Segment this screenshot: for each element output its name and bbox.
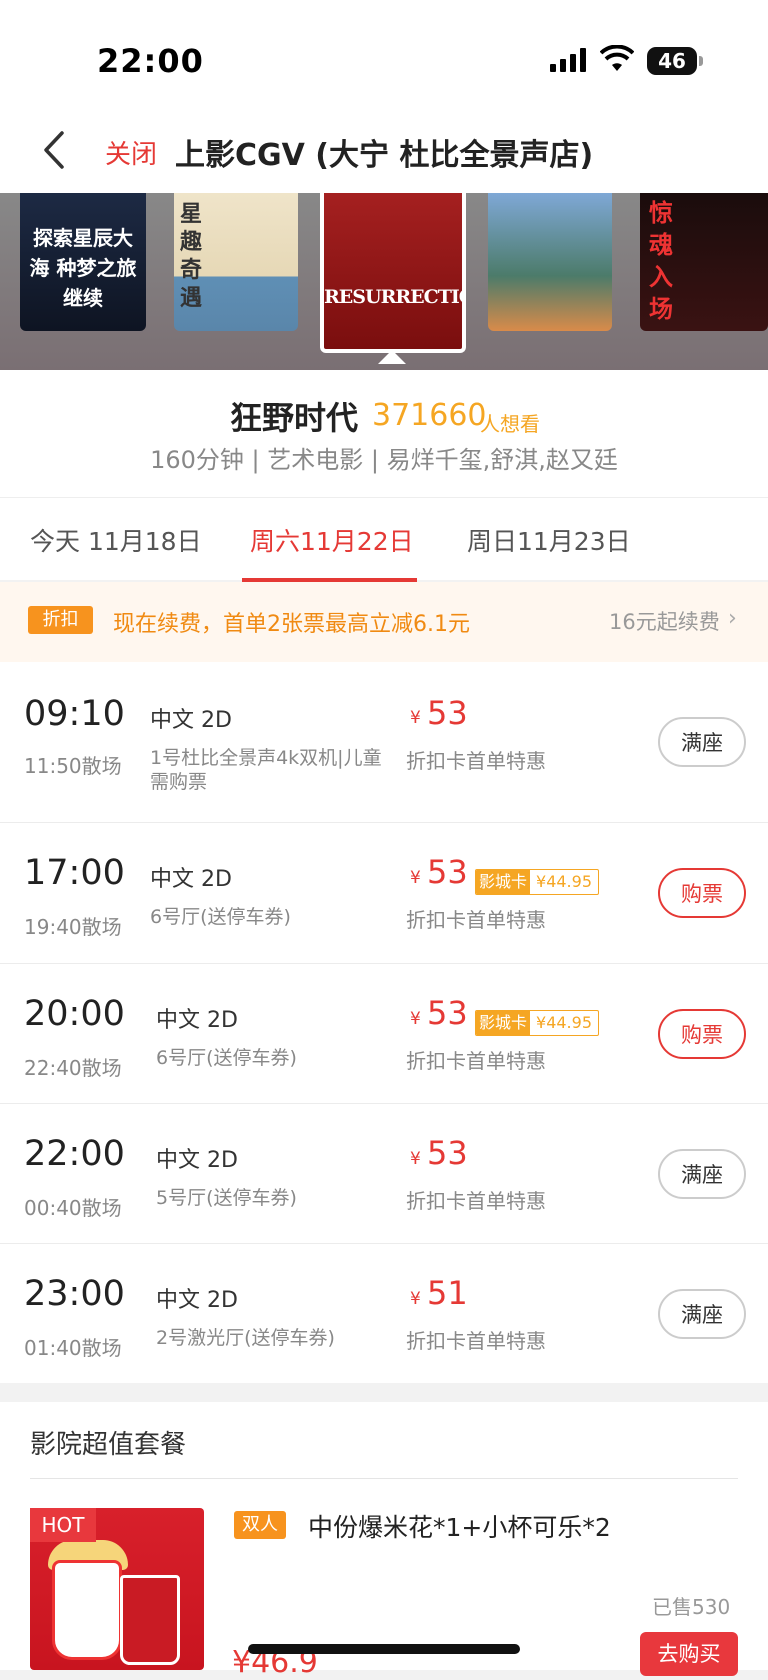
start-time: 17:00: [24, 853, 125, 893]
language-format: 中文 2D: [150, 867, 232, 892]
discount-note: 折扣卡首单特惠: [406, 1189, 546, 1213]
divider: [30, 1478, 738, 1479]
section-title: 影院超值套餐: [30, 1430, 187, 1460]
poster-item[interactable]: 探索星辰大海 种梦之旅继续: [20, 193, 146, 331]
end-time: 19:40散场: [24, 915, 122, 939]
end-time: 22:40散场: [24, 1056, 122, 1080]
cinema-card-label: 影城卡: [476, 1011, 531, 1035]
package-name[interactable]: 中份爆米花*1+小杯可乐*2: [308, 1508, 611, 1544]
poster-caption: 探索星辰大海 种梦之旅继续: [29, 226, 137, 310]
movie-meta: 160分钟 | 艺术电影 | 易烊千玺,舒淇,赵又廷: [150, 446, 618, 474]
package-tag: 双人: [234, 1511, 286, 1539]
yen-symbol: ¥: [410, 1289, 421, 1309]
poster-item[interactable]: 惊魂入场: [640, 193, 768, 331]
sold-count: 已售530: [652, 1595, 731, 1619]
discount-note: 折扣卡首单特惠: [406, 1049, 546, 1073]
battery-icon: 46: [647, 47, 697, 75]
poster-caption: RESURRECTION: [324, 286, 462, 308]
start-time: 22:00: [24, 1134, 125, 1174]
start-time: 23:00: [24, 1274, 125, 1314]
showtime-row[interactable]: 20:00 22:40散场 中文 2D 6号厅(送停车券) ¥ 53 影城卡 ¥…: [0, 964, 768, 1103]
buy-package-button[interactable]: 去购买: [640, 1632, 738, 1676]
promo-badge: 折扣: [28, 606, 93, 634]
language-format: 中文 2D: [156, 1148, 238, 1173]
promo-text: 现在续费，首单2张票最高立减6.1元: [113, 612, 470, 637]
cinema-card-value: ¥44.95: [536, 1013, 592, 1032]
cinema-card-value: ¥44.95: [536, 872, 592, 891]
showtime-row[interactable]: 22:00 00:40散场 中文 2D 5号厅(送停车券) ¥ 53 折扣卡首单…: [0, 1104, 768, 1243]
price: 53: [427, 1134, 468, 1172]
yen-symbol: ¥: [410, 868, 421, 888]
cinema-card-price: 影城卡 ¥44.95: [475, 1010, 599, 1036]
buy-ticket-button[interactable]: 购票: [658, 868, 746, 918]
price: 53: [427, 994, 468, 1032]
tab-sunday[interactable]: 周日11月23日: [467, 522, 631, 558]
chevron-right-icon: ›: [728, 606, 737, 631]
poster-caption: 惊魂入场: [649, 199, 673, 323]
poster-item[interactable]: 星趣奇遇: [174, 193, 298, 331]
end-time: 00:40散场: [24, 1196, 122, 1220]
showtime-row[interactable]: 23:00 01:40散场 中文 2D 2号激光厅(送停车券) ¥ 51 折扣卡…: [0, 1244, 768, 1383]
popcorn-bucket-graphic: [52, 1560, 122, 1660]
end-time: 01:40散场: [24, 1336, 122, 1360]
hot-badge: HOT: [30, 1508, 96, 1542]
yen-symbol: ¥: [410, 708, 421, 728]
tab-today[interactable]: 今天 11月18日: [30, 522, 202, 558]
promo-renew-link[interactable]: 16元起续费: [609, 606, 720, 636]
price: 53: [427, 853, 468, 891]
showtime-row[interactable]: 17:00 19:40散场 中文 2D 6号厅(送停车券) ¥ 53 影城卡 ¥…: [0, 823, 768, 963]
sold-out-button[interactable]: 满座: [658, 717, 746, 767]
hall-name: 6号厅(送停车券): [156, 1047, 297, 1069]
price: 51: [427, 1274, 468, 1312]
language-format: 中文 2D: [156, 1008, 238, 1033]
buy-ticket-button[interactable]: 购票: [658, 1009, 746, 1059]
poster-item[interactable]: [488, 193, 612, 331]
want-count: 371660: [372, 398, 487, 433]
cellular-signal-icon: [550, 48, 586, 72]
start-time: 09:10: [24, 694, 125, 734]
language-format: 中文 2D: [150, 708, 232, 733]
status-time: 22:00: [97, 42, 204, 80]
poster-caption: 星趣奇遇: [179, 202, 202, 311]
yen-symbol: ¥: [410, 1009, 421, 1029]
close-button[interactable]: 关闭: [105, 134, 157, 171]
cola-cup-graphic: [120, 1575, 180, 1665]
discount-note: 折扣卡首单特惠: [406, 908, 546, 932]
hall-name: 1号杜比全景声4k双机|儿童需购票: [150, 747, 382, 793]
back-arrow-icon[interactable]: [38, 130, 72, 170]
cinema-card-label: 影城卡: [476, 870, 531, 894]
discount-note: 折扣卡首单特惠: [406, 1329, 546, 1353]
poster-item-selected[interactable]: RESURRECTION: [320, 193, 466, 353]
battery-cap: [699, 56, 703, 66]
home-indicator[interactable]: [248, 1644, 520, 1654]
language-format: 中文 2D: [156, 1288, 238, 1313]
yen-symbol: ¥: [410, 1149, 421, 1169]
selected-poster-pointer: [378, 350, 406, 364]
sold-out-button[interactable]: 满座: [658, 1289, 746, 1339]
want-label: 人想看: [480, 412, 540, 436]
cinema-card-price: 影城卡 ¥44.95: [475, 869, 599, 895]
hall-name: 5号厅(送停车券): [156, 1187, 297, 1209]
price: 53: [427, 694, 468, 732]
movie-info: [0, 370, 768, 497]
discount-note: 折扣卡首单特惠: [406, 749, 546, 773]
hall-name: 6号厅(送停车券): [150, 906, 291, 928]
end-time: 11:50散场: [24, 754, 122, 778]
hall-name: 2号激光厅(送停车券): [156, 1327, 335, 1349]
cinema-title: 上影CGV (大宁 杜比全景声店): [175, 138, 594, 173]
sold-out-button[interactable]: 满座: [658, 1149, 746, 1199]
wifi-icon: [600, 45, 634, 71]
showtime-row[interactable]: 09:10 11:50散场 中文 2D 1号杜比全景声4k双机|儿童需购票 ¥ …: [0, 662, 768, 822]
tab-saturday[interactable]: 周六11月22日: [250, 522, 414, 558]
start-time: 20:00: [24, 994, 125, 1034]
movie-title: 狂野时代: [230, 399, 359, 437]
poster-carousel[interactable]: 探索星辰大海 种梦之旅继续 星趣奇遇 RESURRECTION 惊魂入场: [0, 193, 768, 370]
